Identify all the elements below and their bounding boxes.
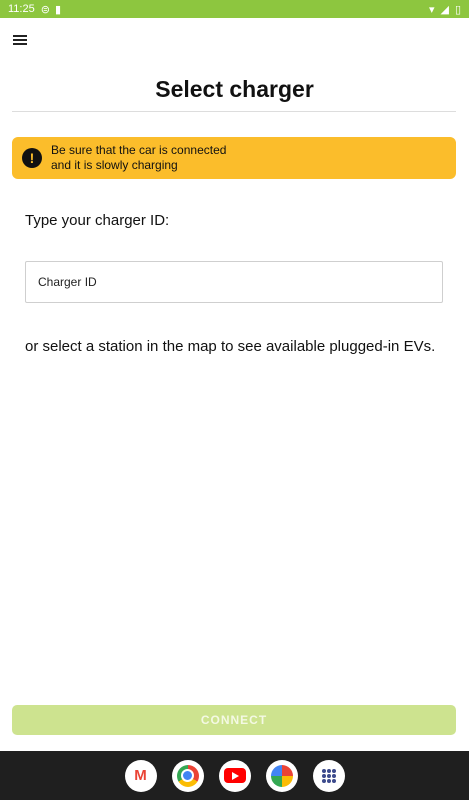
map-hint-text: or select a station in the map to see av… — [25, 338, 436, 355]
chrome-icon[interactable] — [171, 759, 204, 792]
warning-text: Be sure that the car is connected and it… — [51, 143, 226, 173]
photos-icon[interactable] — [265, 759, 298, 792]
status-bar: 11:25 ⊜ ▮ ▾ ◢ ▯ — [0, 0, 469, 18]
exclamation-icon: ! — [22, 148, 42, 168]
status-time: 11:25 — [8, 3, 35, 15]
warning-banner: ! Be sure that the car is connected and … — [12, 137, 456, 179]
navigation-bar: M — [0, 751, 469, 800]
signal-icon: ◢ — [440, 3, 449, 16]
battery-icon: ▯ — [454, 3, 461, 16]
charger-id-prompt: Type your charger ID: — [25, 212, 170, 229]
hamburger-menu-icon[interactable] — [13, 33, 31, 49]
title-divider — [12, 111, 456, 112]
warning-line-1: Be sure that the car is connected — [51, 143, 227, 157]
youtube-icon[interactable] — [218, 759, 251, 792]
notification-icon: ⊜ — [40, 3, 50, 16]
charger-id-input[interactable] — [25, 261, 443, 303]
gmail-icon[interactable]: M — [124, 759, 157, 792]
wifi-icon: ▾ — [428, 3, 435, 16]
app-drawer-icon[interactable] — [312, 759, 345, 792]
connect-button[interactable]: CONNECT — [12, 705, 456, 735]
sim-icon: ▮ — [54, 3, 61, 16]
status-right-icons: ▾ ◢ ▯ — [429, 3, 461, 16]
page-title: Select charger — [155, 76, 314, 102]
warning-line-2: and it is slowly charging — [51, 158, 178, 172]
